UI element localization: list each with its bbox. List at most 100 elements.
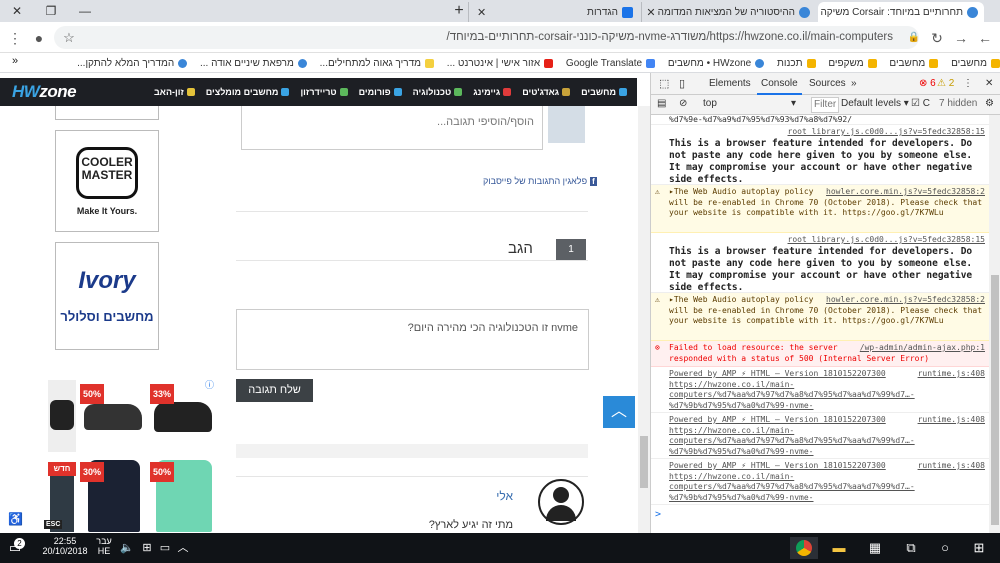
comment-author[interactable]: אלי [496, 489, 513, 503]
close-window-button[interactable]: ✕ [0, 0, 34, 22]
console-message: %d7%9e-%d7%a9%d7%95%d7%93%d7%a8%d7%92/ [651, 115, 989, 125]
clear-console-icon[interactable]: ⊘ [679, 98, 687, 109]
bookmark-item[interactable]: Google Translate [566, 53, 656, 72]
tab-settings[interactable]: הגדרות ✕ [468, 2, 639, 22]
more-bookmarks-icon[interactable]: » [12, 55, 18, 67]
page-scrollbar[interactable] [638, 106, 650, 533]
close-devtools-icon[interactable]: ✕ [981, 73, 997, 95]
product-thumb[interactable]: 50% [150, 458, 216, 533]
accessibility-icon[interactable]: ♿ [8, 512, 23, 526]
tab-vr-history[interactable]: ההיסטוריה של המציאות המדומה ✕ [641, 2, 816, 22]
nav-item-technology[interactable]: טכנולוגיה [413, 87, 463, 97]
tab-corsair[interactable]: תחרותיים במיוחד: Corsair משיקה ... ✕ [818, 2, 984, 22]
devtools-menu-icon[interactable]: ⋮ [959, 73, 977, 95]
search-icon[interactable]: ○ [934, 537, 956, 559]
menu-dots-icon[interactable]: ⋮ [4, 27, 26, 49]
task-view-icon[interactable]: ⧉ [900, 537, 922, 559]
lock-icon[interactable]: 🔒 [903, 27, 925, 49]
product-thumb[interactable]: 33% ⓘ [150, 380, 216, 452]
bookmark-item[interactable]: תכנות [777, 53, 816, 72]
nav-item-recommended[interactable]: מחשבים מומלצים [206, 87, 290, 97]
context-selector[interactable]: top [703, 98, 717, 109]
bookmark-item[interactable]: המדריך המלא להתקן... [77, 53, 188, 72]
scroll-to-top-button[interactable]: ︿ [603, 396, 635, 428]
source-link[interactable]: /wp-admin/admin-ajax.php:1 [860, 343, 985, 354]
cooler-master-ad[interactable]: COOLER MASTER Make It Yours. [55, 130, 159, 232]
discount-badge: 50% [150, 462, 174, 482]
source-link[interactable]: runtime.js:408 [918, 415, 985, 426]
comment-input[interactable]: הוסף/הוסיפי תגובה... [241, 106, 543, 150]
new-tab-button[interactable]: + [442, 0, 476, 22]
console-settings-icon[interactable]: ⚙ [985, 98, 994, 109]
source-link[interactable]: howler.core.min.js?v=5fedc32858:2 [826, 295, 985, 306]
console-scrollbar[interactable] [989, 115, 1000, 533]
comment-avatar [538, 479, 584, 525]
reload-icon[interactable]: ↻ [926, 27, 948, 49]
ivory-ad[interactable]: Ivory מחשבים וסלולר [55, 242, 159, 350]
product-thumb[interactable]: 30% [80, 458, 146, 533]
bookmark-item[interactable]: משקפים [828, 53, 877, 72]
bookmark-item[interactable]: מרפאת שיניים אודה ... [200, 53, 307, 72]
bookmark-item[interactable]: אזור אישי | אינטרנט ... [447, 53, 554, 72]
minimize-window-button[interactable]: — [68, 0, 102, 22]
nav-item-gadgets[interactable]: גאדג'טים [522, 87, 571, 97]
ad-info-icon[interactable]: ⓘ [205, 378, 214, 391]
device-toolbar-icon[interactable]: ▯ [675, 73, 689, 95]
source-link[interactable]: howler.core.min.js?v=5fedc32858:2 [826, 187, 985, 198]
sidebar-toggle-icon[interactable]: ▤ [657, 98, 666, 109]
console-filter-input[interactable]: Filter [811, 97, 839, 113]
source-link[interactable]: runtime.js:408 [918, 369, 985, 380]
file-explorer-icon[interactable]: ▬ [828, 537, 850, 559]
tab-elements[interactable]: Elements [705, 73, 755, 95]
context-dropdown-icon[interactable]: ▾ [791, 98, 796, 109]
more-tabs-icon[interactable]: » [847, 73, 861, 95]
tab-console[interactable]: Console [757, 73, 802, 95]
clock[interactable]: 22:55 20/10/2018 [40, 536, 90, 556]
address-bar[interactable]: https://hwzone.co.il/main-computers/משוד… [54, 26, 919, 49]
chrome-taskbar-icon[interactable] [790, 537, 818, 559]
console-prompt[interactable]: > [655, 509, 661, 520]
profile-avatar-icon[interactable]: ● [28, 27, 50, 49]
hwzone-logo[interactable]: HWzone [12, 82, 77, 102]
submit-comment-button[interactable]: שלח תגובה [236, 379, 313, 402]
console-toolbar: ▤ ⊘ top ▾ ◉ Filter Default levels ▾ ☑ C … [651, 95, 1000, 115]
bookmark-item[interactable]: מחשבים [951, 53, 1000, 72]
nav-item-traderzone[interactable]: טריידרזון [300, 87, 348, 97]
nav-item-forums[interactable]: פורומים [359, 87, 402, 97]
forward-icon[interactable]: → [950, 27, 972, 49]
scrollbar-thumb[interactable] [991, 275, 999, 525]
comment-section-title: הגב [508, 240, 533, 257]
source-link[interactable]: root_library.js.c0d0...js?v=5fedc32858:1… [788, 127, 985, 138]
maximize-window-button[interactable]: ❐ [34, 0, 68, 22]
close-tab-icon[interactable]: ✕ [475, 6, 488, 19]
source-link[interactable]: root_library.js.c0d0...js?v=5fedc32858:1… [788, 235, 985, 246]
back-icon[interactable]: ← [974, 27, 996, 49]
close-tab-icon[interactable]: ✕ [644, 6, 657, 19]
show-hidden-icons-icon[interactable]: ︿ [172, 537, 194, 559]
bookmark-item[interactable]: מדריך גאוה למתחילים... [320, 53, 435, 72]
group-similar-checkbox[interactable]: ☑ C [911, 98, 930, 109]
nav-item-gaming[interactable]: גיימינג [473, 87, 512, 97]
source-link[interactable]: runtime.js:408 [918, 461, 985, 472]
scrollbar-thumb[interactable] [640, 436, 648, 488]
nav-item-zonehub[interactable]: זון-האב [154, 87, 195, 97]
bookmark-item[interactable]: HWzone • מחשבים [668, 53, 765, 72]
inspect-icon[interactable]: ⬚ [655, 73, 673, 95]
ivory-logo: Ivory [78, 267, 136, 294]
warning-count[interactable]: ⚠ 2 [933, 73, 958, 95]
bookmark-item[interactable]: מחשבים [889, 53, 939, 72]
bookmarks-bar: מחשבים מחשבים משקפים תכנות HWzone • מחשב… [0, 53, 1000, 73]
language-indicator[interactable]: עבר HE [94, 536, 114, 556]
bookmark-star-icon[interactable]: ☆ [58, 27, 80, 49]
facebook-comments-plugin-link[interactable]: fפלאגין התגובות של פייסבוק [483, 176, 597, 186]
volume-icon[interactable]: 🔈 [116, 537, 138, 559]
tab-sources[interactable]: Sources [805, 73, 850, 95]
windows-start-icon[interactable]: ⊞ [968, 537, 990, 559]
ad-box-top[interactable] [55, 106, 159, 120]
calculator-icon[interactable]: ▦ [864, 537, 886, 559]
levels-dropdown[interactable]: Default levels ▾ [841, 98, 909, 109]
comment-textarea[interactable]: nvme זו הטכנולוגיה הכי מהירה היום? [236, 309, 589, 370]
nav-item-computers[interactable]: מחשבים [581, 87, 627, 97]
product-thumb[interactable] [48, 380, 76, 452]
product-thumb[interactable]: 50% [80, 380, 146, 452]
